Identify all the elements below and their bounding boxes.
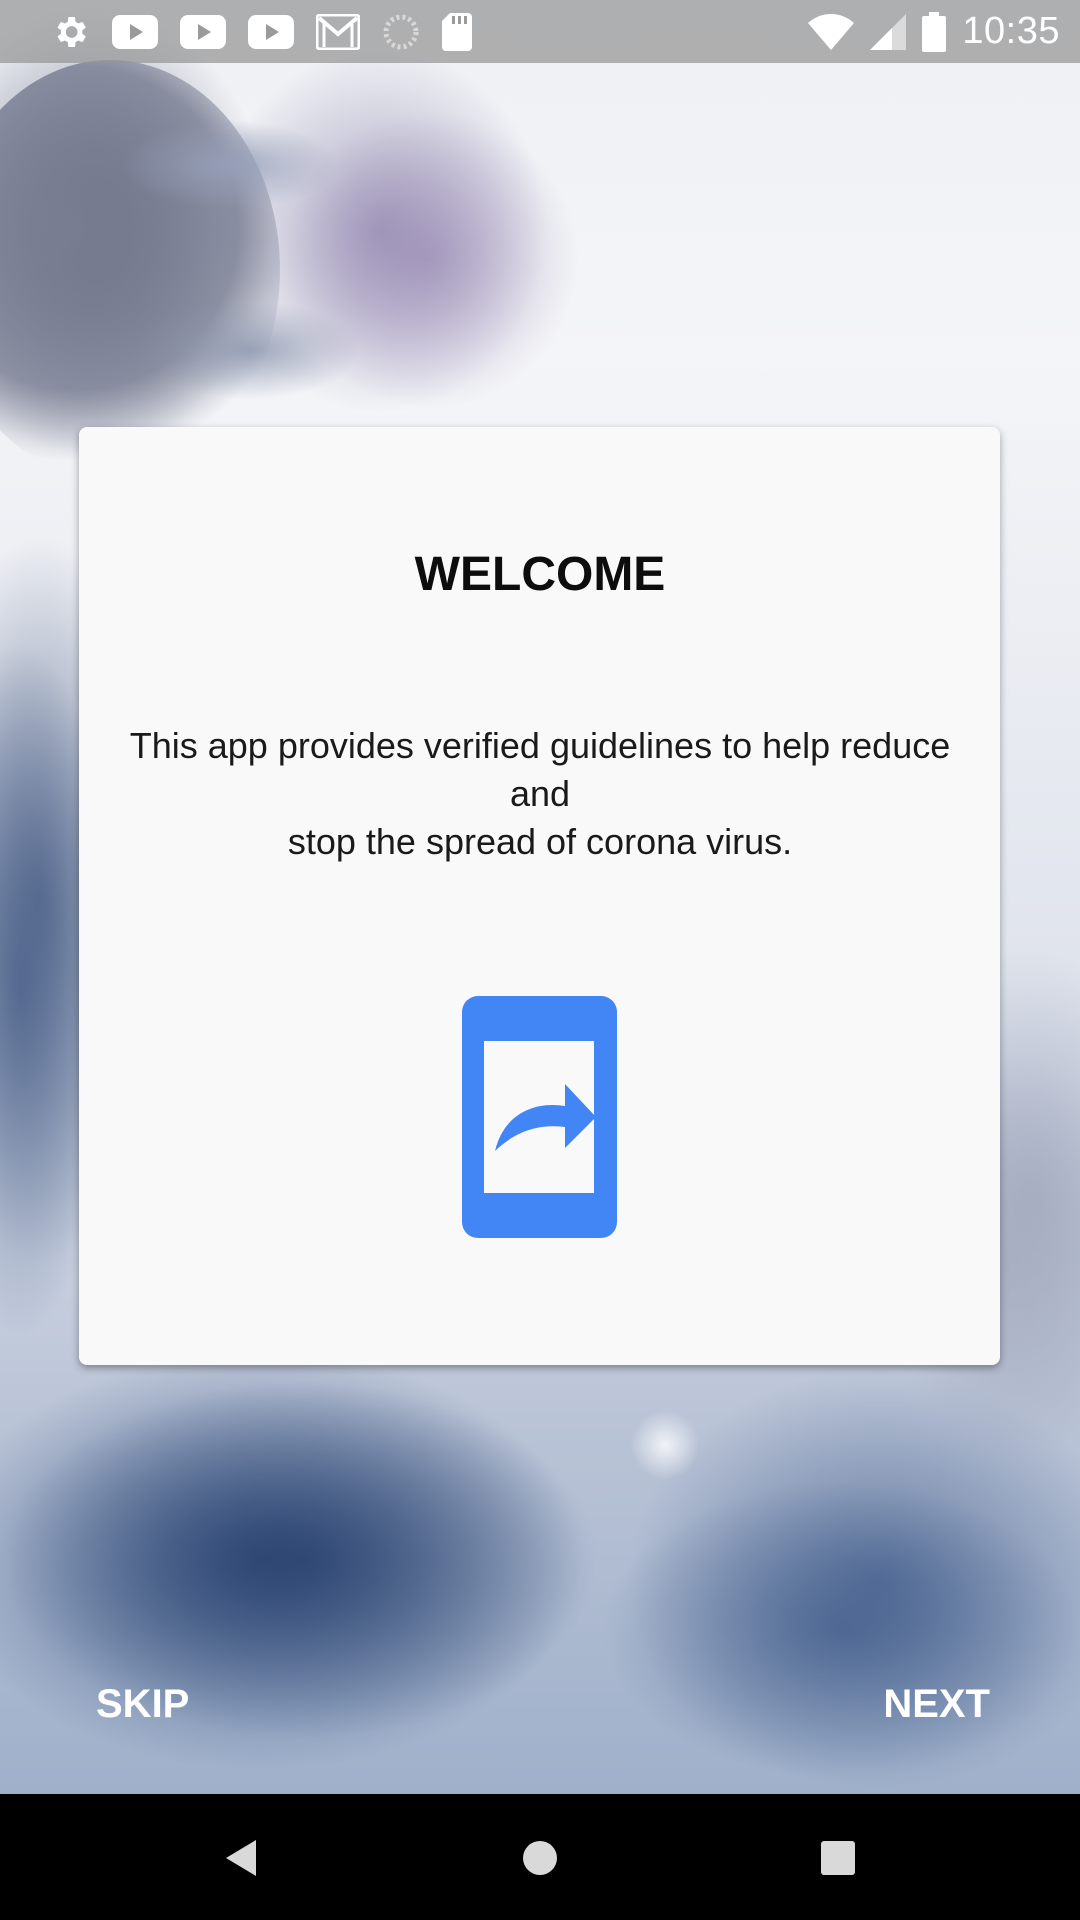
signal-icon: [870, 13, 907, 50]
loading-icon: [383, 14, 419, 49]
youtube-icon: [112, 14, 158, 49]
gmail-icon: [316, 13, 360, 50]
recents-icon[interactable]: [808, 1828, 868, 1888]
home-icon[interactable]: [510, 1828, 570, 1888]
system-icons: 10:35: [808, 10, 1060, 53]
settings-icon: [57, 16, 86, 47]
card-description: This app provides verified guidelines to…: [85, 722, 995, 866]
wifi-icon: [808, 13, 855, 50]
onboarding-screen: 10:35 WELCOME This app provides verified…: [0, 0, 1080, 1920]
clock: 10:35: [962, 10, 1060, 52]
phone-share-icon: [462, 996, 617, 1238]
notification-icons: [50, 12, 472, 52]
youtube-icon: [180, 14, 226, 49]
skip-button[interactable]: SKIP: [96, 1680, 189, 1728]
navigation-bar: [0, 1794, 1080, 1920]
description-line: stop the spread of corona virus.: [287, 821, 793, 862]
card-title: WELCOME: [414, 548, 666, 601]
back-icon[interactable]: [210, 1828, 270, 1888]
status-bar: 10:35: [0, 0, 1080, 63]
next-button[interactable]: NEXT: [883, 1680, 990, 1728]
sd-card-icon: [442, 12, 472, 51]
description-line: This app provides verified guidelines to…: [129, 725, 951, 766]
description-line: and: [509, 773, 571, 814]
battery-icon: [922, 11, 947, 52]
youtube-icon: [248, 14, 294, 49]
